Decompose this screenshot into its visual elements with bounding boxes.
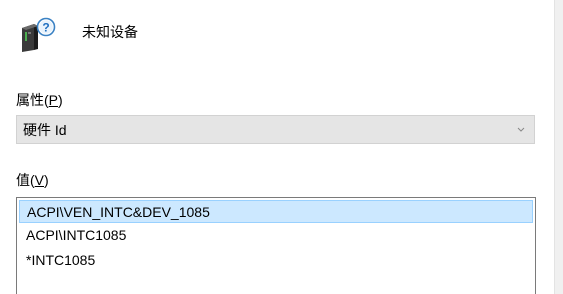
values-mnemonic: V <box>34 172 45 188</box>
scrollbar-track[interactable] <box>554 0 563 294</box>
list-item[interactable]: ACPI\INTC1085 <box>19 223 533 248</box>
property-label: 属性(P) <box>16 92 63 108</box>
svg-text:?: ? <box>42 21 49 35</box>
unknown-device-icon: ? <box>18 16 60 54</box>
values-label: 值(V) <box>16 172 49 188</box>
device-name: 未知设备 <box>82 24 138 40</box>
list-item[interactable]: ACPI\VEN_INTC&DEV_1085 <box>19 200 533 223</box>
values-listbox[interactable]: ACPI\VEN_INTC&DEV_1085 ACPI\INTC1085 *IN… <box>16 197 536 294</box>
property-mnemonic: P <box>48 92 59 108</box>
property-select[interactable]: 硬件 Id <box>16 115 535 144</box>
list-item[interactable]: *INTC1085 <box>19 248 533 273</box>
chevron-down-icon <box>517 127 525 132</box>
property-select-value: 硬件 Id <box>23 121 67 138</box>
device-header: ? 未知设备 <box>18 16 138 54</box>
